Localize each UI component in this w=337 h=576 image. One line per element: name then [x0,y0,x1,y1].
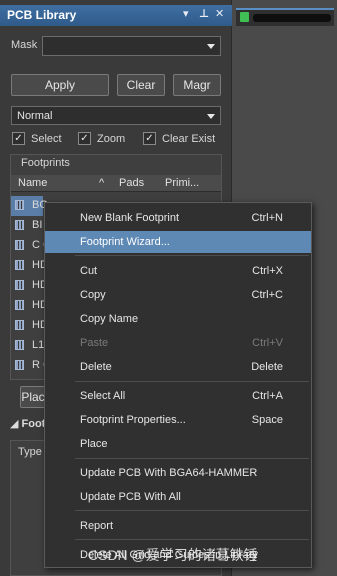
menu-item-shortcut: Ctrl+N [251,212,283,224]
chevron-down-icon [207,114,215,119]
zoom-checkbox[interactable]: ✓ [78,132,91,145]
footprint-primitives-toggle[interactable]: ◢ Foot [10,417,45,430]
zoom-label: Zoom [97,133,126,145]
mode-value: Normal [17,110,53,122]
menu-item-label: Footprint Wizard... [80,236,170,248]
menu-item-update-pcb-with-all[interactable]: Update PCB With All [45,486,311,508]
menu-item-shortcut: Space [251,414,283,426]
pin-icon[interactable]: ⊥ [199,7,209,20]
menu-item-label: Paste [80,337,109,349]
footprint-icon [15,220,24,230]
magnify-button[interactable]: Magr [173,74,221,96]
menu-item-label: Update PCB With All [80,491,181,503]
menu-item-report[interactable]: Report [45,515,311,537]
document-tab[interactable] [236,8,334,26]
clear-exist-checkbox[interactable]: ✓ [143,132,156,145]
footprint-primitives-label: Foot [21,418,46,430]
menu-item-paste[interactable]: Paste Ctrl+V [45,332,311,354]
menu-separator [75,381,309,382]
menu-item-label: Copy Name [80,313,139,325]
menu-item-cut[interactable]: Cut Ctrl+X [45,260,311,282]
menu-item-shortcut: Ctrl+V [252,337,283,349]
menu-separator [75,510,309,511]
menu-item-shortcut: Ctrl+X [252,265,283,277]
menu-item-label: Footprint Properties... [80,414,186,426]
menu-item-footprint-properties[interactable]: Footprint Properties... Space [45,409,311,431]
menu-item-label: Report [80,520,114,532]
menu-separator [75,255,309,256]
mask-label: Mask [11,39,38,51]
footprints-header: Footprints [21,157,70,169]
footprint-icon [15,320,24,330]
footprint-icon [15,240,24,250]
footprint-row[interactable]: BG [11,196,48,216]
menu-item-label: Place [80,438,108,450]
menu-item-label: Select All [80,390,126,402]
footprint-icon [15,360,24,370]
context-menu: New Blank Footprint Ctrl+N Footprint Wiz… [44,202,312,568]
menu-item-update-pcb-with-footprint[interactable]: Update PCB With BGA64-HAMMER [45,462,311,484]
menu-item-shortcut: Delete [251,361,283,373]
apply-button[interactable]: Apply [11,74,109,96]
redacted-tab-title [253,14,331,22]
menu-item-delete[interactable]: Delete Delete [45,356,311,378]
column-pads[interactable]: Pads [119,177,144,189]
footprint-icon [15,200,24,210]
menu-item-select-all[interactable]: Select All Ctrl+A [45,385,311,407]
menu-item-copy[interactable]: Copy Ctrl+C [45,284,311,306]
menu-item-shortcut: Ctrl+C [251,289,283,301]
menu-separator [75,539,309,540]
menu-item-label: Update PCB With BGA64-HAMMER [80,467,258,479]
clear-exist-label: Clear Exist [162,133,216,145]
footprint-icon [15,340,24,350]
column-name[interactable]: Name [18,177,47,189]
chevron-down-icon [207,44,215,49]
menu-separator [75,458,309,459]
panel-title-bar: PCB Library ▾ ⊥ ✕ [0,5,232,26]
mode-select[interactable]: Normal [11,106,221,125]
pcb-document-icon [240,12,249,22]
menu-item-new-blank-footprint[interactable]: New Blank Footprint Ctrl+N [45,207,311,229]
menu-item-shortcut: Ctrl+A [252,390,283,402]
select-label: Select [31,133,62,145]
footprint-icon [15,280,24,290]
menu-item-copy-name[interactable]: Copy Name [45,308,311,330]
column-primitives[interactable]: Primi... [165,177,199,189]
footprint-icon [15,300,24,310]
footprint-name: L1 [32,339,45,351]
close-icon[interactable]: ✕ [215,7,224,20]
menu-item-label: Cut [80,265,98,277]
panel-menu-icon[interactable]: ▾ [183,7,189,20]
menu-item-label: Delete [80,361,112,373]
menu-item-place[interactable]: Place [45,433,311,455]
footprint-name: BI [32,219,43,231]
menu-item-footprint-wizard[interactable]: Footprint Wizard... [45,231,311,253]
menu-item-label: New Blank Footprint [80,212,180,224]
mask-input[interactable] [42,36,221,56]
panel-title: PCB Library [7,8,77,22]
watermark: CSDN @爱学习的诸葛铁锤 [88,547,258,563]
collapse-icon: ◢ [10,418,22,430]
footprint-icon [15,260,24,270]
column-type[interactable]: Type [18,446,42,458]
menu-item-label: Copy [80,289,106,301]
clear-button[interactable]: Clear [117,74,165,96]
footprints-grid-header: Name ^ Pads Primi... [11,175,221,192]
place-button[interactable]: Plac [20,386,46,408]
column-sort-icon: ^ [99,177,105,189]
select-checkbox[interactable]: ✓ [12,132,25,145]
